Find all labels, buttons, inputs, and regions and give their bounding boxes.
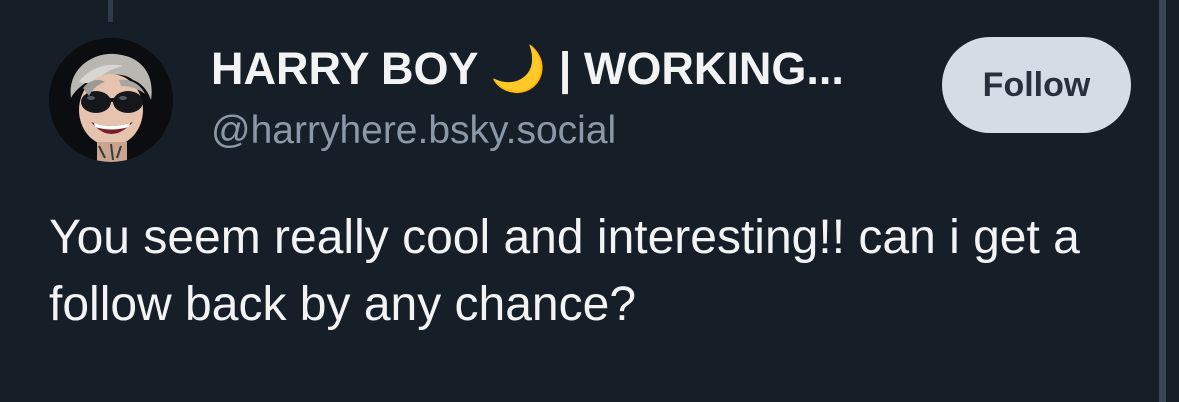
user-handle[interactable]: @harryhere.bsky.social [211, 104, 616, 158]
avatar-image-icon [49, 38, 173, 162]
post-text: You seem really cool and interesting!! c… [49, 211, 1080, 331]
follow-button[interactable]: Follow [942, 37, 1131, 133]
scrollbar[interactable] [1159, 0, 1166, 402]
display-name[interactable]: HARRY BOY 🌙 | WORKING... [211, 40, 901, 98]
thread-connector-line [108, 0, 113, 22]
avatar[interactable] [49, 38, 173, 162]
